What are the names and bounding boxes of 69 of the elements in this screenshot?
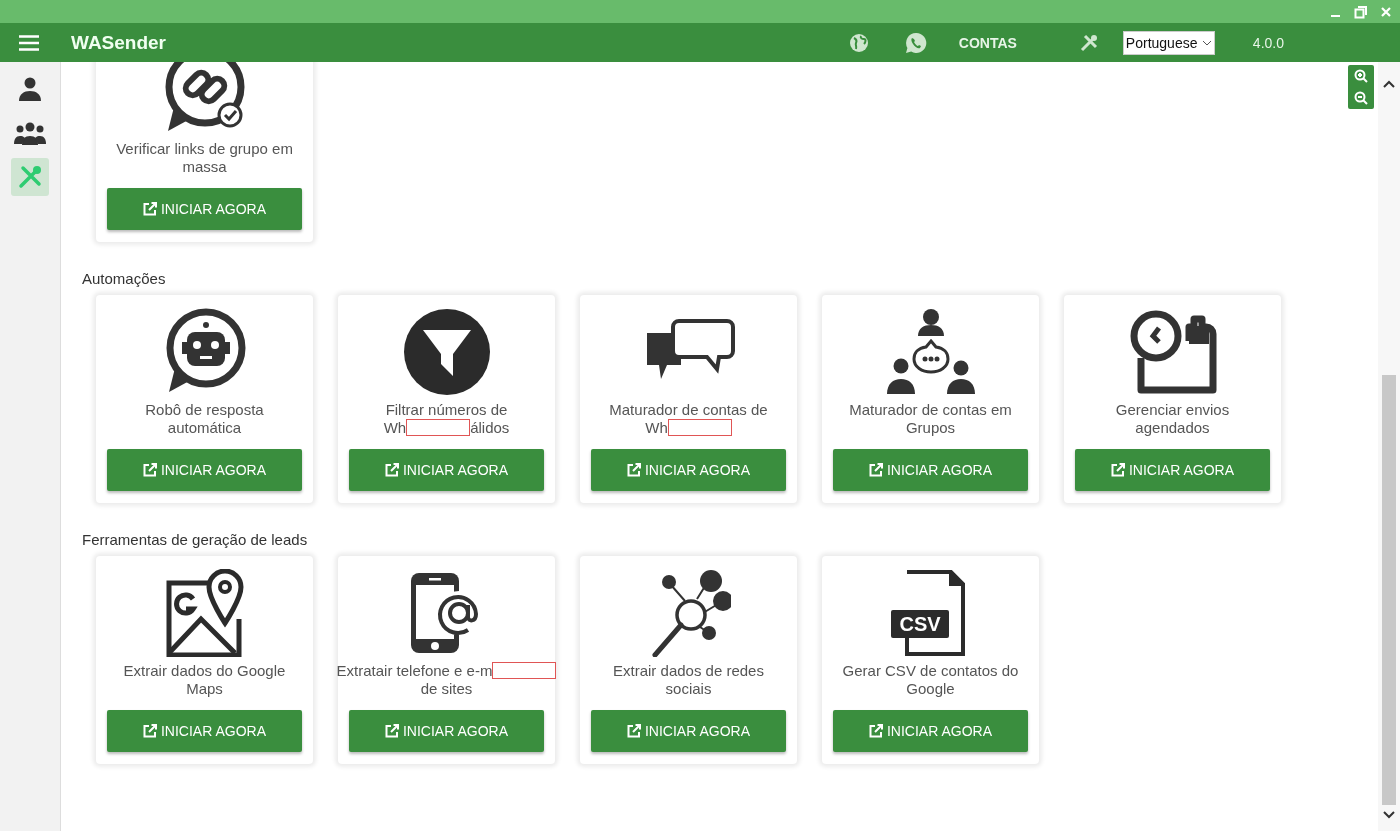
section-heading: Automações <box>82 270 167 287</box>
globe-icon[interactable] <box>848 32 869 53</box>
card-title: automática <box>167 419 242 436</box>
external-link-icon <box>143 202 157 216</box>
start-button[interactable]: INICIAR AGORA <box>107 449 302 491</box>
card-title: Extrair dados de redes <box>613 662 764 679</box>
app-title: WASender <box>71 31 167 54</box>
group-chat-icon <box>886 308 975 396</box>
start-button[interactable]: INICIAR AGORA <box>833 710 1028 752</box>
external-link-icon <box>1111 463 1125 477</box>
close-icon[interactable] <box>1380 5 1392 18</box>
card-title: Robô de resposta <box>145 401 264 418</box>
card-title: álidos <box>470 419 510 436</box>
start-button[interactable]: INICIAR AGORA <box>833 449 1028 491</box>
card-title: Gerar CSV de contatos do <box>842 662 1019 679</box>
external-link-icon <box>869 724 883 738</box>
accounts-link[interactable]: CONTAS <box>958 34 1017 51</box>
start-button[interactable]: INICIAR AGORA <box>591 710 786 752</box>
map-pin-icon <box>164 569 245 657</box>
external-link-icon <box>385 463 399 477</box>
scrollbar[interactable] <box>1378 62 1400 831</box>
card-title: Maturador de contas de <box>609 401 768 418</box>
external-link-icon <box>143 724 157 738</box>
start-button[interactable]: INICIAR AGORA <box>1075 449 1270 491</box>
scrollbar-thumb[interactable] <box>1382 375 1396 805</box>
scroll-down-icon[interactable] <box>1383 811 1395 819</box>
start-button[interactable]: INICIAR AGORA <box>107 188 302 230</box>
external-link-icon <box>627 724 641 738</box>
redaction-box <box>667 419 732 436</box>
card-title: Wh <box>645 419 668 436</box>
card-title: sociais <box>665 680 712 697</box>
external-link-icon <box>385 724 399 738</box>
card-title: Filtrar números de <box>385 401 508 418</box>
card-title: Maturador de contas em <box>849 401 1012 418</box>
start-button[interactable]: INICIAR AGORA <box>349 710 544 752</box>
clock-clipboard-icon <box>1128 308 1217 396</box>
external-link-icon <box>627 463 641 477</box>
card-title: Wh <box>383 419 407 436</box>
card-title: de sites <box>420 680 473 697</box>
zoom-in-icon[interactable] <box>1354 69 1368 83</box>
version-label: 4.0.0 <box>1252 34 1284 51</box>
card-title: Maps <box>186 680 223 697</box>
card-title: Grupos <box>905 419 956 436</box>
tools-icon <box>17 164 43 190</box>
people-icon <box>14 121 46 145</box>
card-title: Google <box>906 680 955 697</box>
start-button[interactable]: INICIAR AGORA <box>107 710 302 752</box>
restore-icon[interactable] <box>1354 4 1368 19</box>
card-title: Verificar links de grupo em <box>116 140 293 157</box>
card-title: massa <box>182 158 227 175</box>
tools-icon[interactable] <box>1078 32 1099 53</box>
card-title: Extrair dados do Google <box>123 662 286 679</box>
menu-icon[interactable] <box>19 34 39 51</box>
filter-icon <box>402 308 491 396</box>
redaction-box <box>406 419 471 436</box>
start-button[interactable]: INICIAR AGORA <box>591 449 786 491</box>
card-title: agendados <box>1135 419 1210 436</box>
scroll-up-icon[interactable] <box>1383 80 1395 88</box>
card-title: Gerenciar envios <box>1115 401 1230 418</box>
card-title: Extratair telefone e e-m <box>336 662 493 679</box>
chevron-down-icon <box>1201 39 1212 46</box>
external-link-icon <box>143 463 157 477</box>
zoom-out-icon[interactable] <box>1354 91 1368 105</box>
language-select[interactable]: Portuguese <box>1122 30 1215 55</box>
person-icon <box>17 76 43 102</box>
chat-phone-icon[interactable] <box>904 31 927 54</box>
section-heading: Ferramentas de geração de leads <box>82 531 309 548</box>
start-button[interactable]: INICIAR AGORA <box>349 449 544 491</box>
external-link-icon <box>869 463 883 477</box>
